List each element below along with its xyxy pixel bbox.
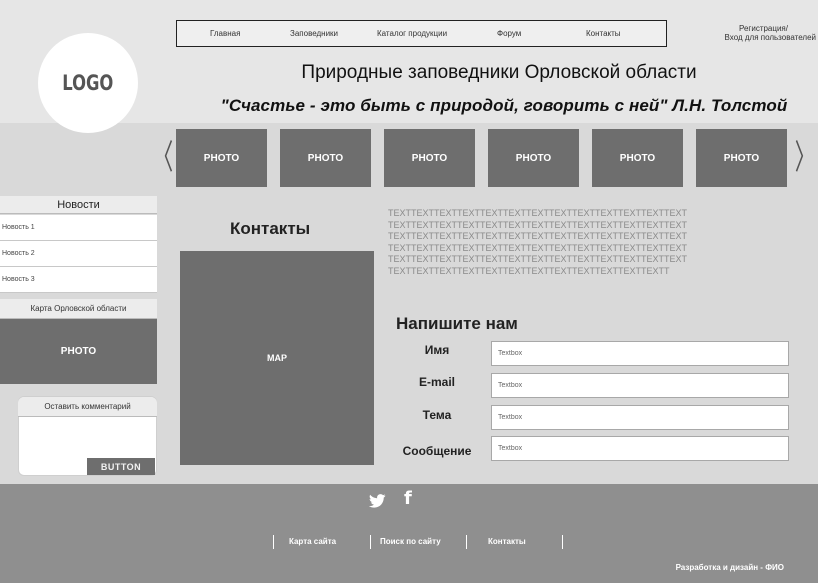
region-map-title: Карта Орловской области (0, 299, 157, 319)
text-line: TEXTTEXTTEXTTEXTTEXTTEXTTEXTTEXTTEXTTEXT… (388, 242, 688, 253)
contacts-map[interactable]: MAP (180, 251, 374, 465)
footer-divider (466, 535, 467, 549)
name-field[interactable] (491, 341, 789, 366)
carousel-photo[interactable]: PHOTO (696, 129, 787, 187)
message-label: Сообщение (402, 444, 472, 458)
text-line: TEXTTEXTTEXTTEXTTEXTTEXTTEXTTEXTTEXTTEXT… (388, 254, 688, 264)
comment-textarea[interactable] (20, 418, 155, 458)
nav-item-forum[interactable]: Форум (497, 29, 521, 38)
nav-item-contacts[interactable]: Контакты (586, 29, 621, 38)
contacts-text: TEXTTEXTTEXTTEXTTEXTTEXTTEXTTEXTTEXTTEXT… (388, 208, 792, 277)
text-line: TEXTTEXTTEXTTEXTTEXTTEXTTEXTTEXTTEXTTEXT… (388, 219, 688, 230)
credits: Разработка и дизайн - ФИО (675, 563, 784, 572)
logo-text: LOGO (62, 71, 114, 95)
email-field[interactable] (491, 373, 789, 398)
carousel-photo[interactable]: PHOTO (176, 129, 267, 187)
login-link[interactable]: Вход для пользователей (672, 33, 816, 42)
news-title: Новости (0, 196, 157, 214)
carousel-photo[interactable]: PHOTO (280, 129, 371, 187)
site-title: Природные заповедники Орловской области (301, 62, 697, 83)
news-item[interactable]: Новость 2 (0, 241, 157, 267)
text-line: TEXTTEXTTEXTTEXTTEXTTEXTTEXTTEXTTEXTTEXT… (388, 208, 688, 218)
contact-form-title: Напишите нам (396, 314, 518, 333)
subject-field[interactable] (491, 405, 789, 430)
nav-item-catalog[interactable]: Каталог продукции (377, 29, 447, 38)
contacts-title: Контакты (230, 219, 311, 238)
twitter-icon[interactable] (369, 494, 386, 508)
news-item[interactable]: Новость 3 (0, 267, 157, 293)
logo[interactable]: LOGO (38, 33, 138, 133)
region-map-photo[interactable]: PHOTO (0, 319, 157, 384)
footer-link-contacts[interactable]: Контакты (488, 537, 526, 546)
comment-title: Оставить комментарий (18, 397, 157, 417)
facebook-icon[interactable]: f (404, 488, 412, 509)
footer-divider (273, 535, 274, 549)
message-field[interactable] (491, 436, 789, 461)
carousel-photo[interactable]: PHOTO (384, 129, 475, 187)
footer-divider (562, 535, 563, 549)
footer-divider (370, 535, 371, 549)
email-label: E-mail (418, 375, 455, 389)
text-line: TEXTTEXTTEXTTEXTTEXTTEXTTEXTTEXTTEXTTEXT… (388, 231, 688, 241)
footer-link-search[interactable]: Поиск по сайту (380, 537, 441, 546)
comment-submit-button[interactable]: BUTTON (87, 458, 155, 475)
carousel-photo[interactable]: PHOTO (488, 129, 579, 187)
auth-link[interactable]: Регистрация/ Вход для пользователей (672, 24, 816, 42)
page: LOGO Главная Заповедники Каталог продукц… (0, 0, 818, 583)
nav-item-reserves[interactable]: Заповедники (290, 29, 338, 38)
news-item[interactable]: Новость 1 (0, 215, 157, 241)
name-label: Имя (424, 343, 450, 357)
chevron-left-icon[interactable]: 〈 (153, 141, 173, 175)
carousel-photo[interactable]: PHOTO (592, 129, 683, 187)
top-nav: Главная Заповедники Каталог продукции Фо… (176, 20, 667, 47)
subject-label: Тема (422, 408, 452, 422)
footer-link-sitemap[interactable]: Карта сайта (289, 537, 336, 546)
nav-item-home[interactable]: Главная (210, 29, 240, 38)
site-quote: "Счастье - это быть с природой, говорить… (220, 96, 788, 115)
text-line: TEXTTEXTTEXTTEXTTEXTTEXTTEXTTEXTTEXTTEXT… (388, 265, 670, 276)
register-link[interactable]: Регистрация/ (672, 24, 816, 33)
chevron-right-icon[interactable]: 〉 (795, 141, 815, 175)
